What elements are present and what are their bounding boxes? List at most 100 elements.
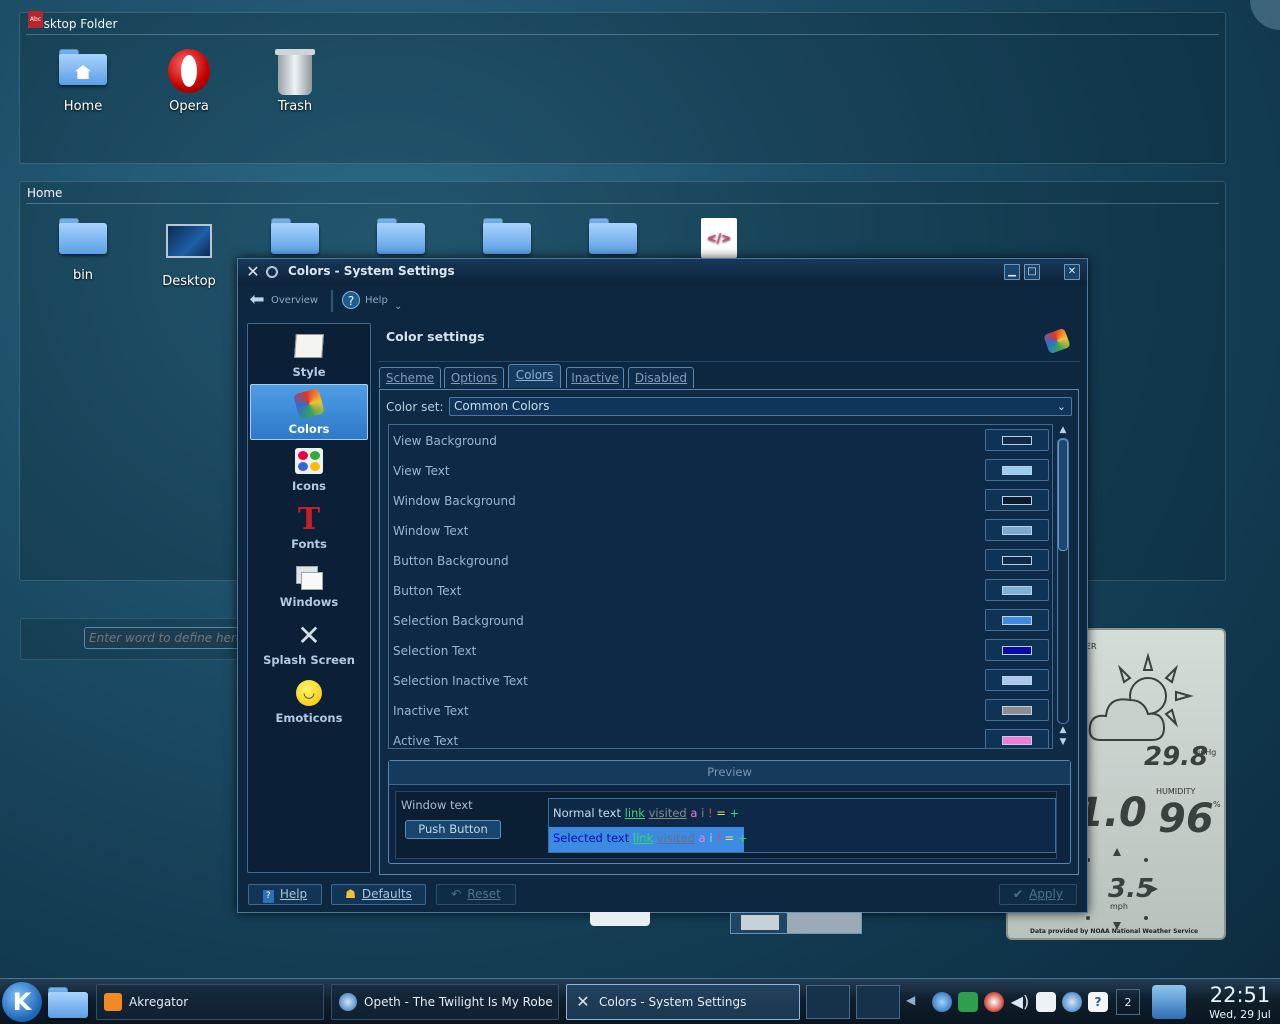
- minimize-button[interactable]: ▁: [1004, 264, 1020, 280]
- color-list-scrollbar[interactable]: ▲ ▲ ▼: [1055, 424, 1071, 749]
- window-menu-icon[interactable]: [266, 266, 278, 278]
- color-role-label: Window Text: [393, 524, 469, 538]
- color-swatch: [1002, 586, 1032, 595]
- clipboard-icon[interactable]: [1036, 992, 1056, 1012]
- color-swatch: [1002, 436, 1032, 445]
- folder-icon: [483, 218, 531, 254]
- tab-inactive[interactable]: Inactive: [566, 367, 624, 388]
- sidebar-item-windows[interactable]: Windows: [250, 558, 368, 614]
- preview-view-area: Normal text link visited a i ! = + Selec…: [548, 798, 1056, 853]
- color-role-label: Inactive Text: [393, 704, 469, 718]
- sidebar-item-label: Style: [292, 365, 326, 379]
- desktop-pager-1[interactable]: [806, 985, 850, 1019]
- close-button[interactable]: ✕: [1064, 264, 1080, 280]
- tab-colors[interactable]: Colors: [508, 364, 561, 388]
- tray-expand-arrow-icon[interactable]: ◀: [906, 993, 915, 1007]
- color-picker-button[interactable]: [985, 579, 1049, 601]
- desktop-toolbox-icon[interactable]: [1250, 0, 1280, 30]
- scroll-up-arrow-icon[interactable]: ▲: [1055, 424, 1071, 436]
- system-settings-window: ✕ Colors - System Settings ▁ □ ✕ ⬅ Overvi…: [237, 258, 1088, 913]
- color-picker-button[interactable]: [985, 429, 1049, 451]
- color-swatch: [1002, 556, 1032, 565]
- virtual-desktop-number[interactable]: 2: [1116, 989, 1140, 1015]
- color-picker-button[interactable]: [985, 519, 1049, 541]
- color-preview-box: Preview Window text Push Button Normal t…: [388, 760, 1071, 864]
- chevron-down-icon: ⌄: [394, 301, 403, 312]
- color-swatch: [1002, 526, 1032, 535]
- color-role-label: View Background: [393, 434, 497, 448]
- color-picker-button[interactable]: [985, 459, 1049, 481]
- task-akregator[interactable]: Akregator: [96, 984, 324, 1020]
- window-titlebar[interactable]: ✕ Colors - System Settings ▁ □ ✕: [238, 259, 1087, 285]
- desktop-widget-fragment: [730, 912, 862, 934]
- window-title: Colors - System Settings: [288, 264, 455, 278]
- color-picker-button[interactable]: [985, 669, 1049, 691]
- color-swatch: [1002, 736, 1032, 745]
- updates-icon[interactable]: [1062, 992, 1082, 1012]
- folder-icon: [377, 218, 425, 254]
- alarm-clock-icon[interactable]: [984, 992, 1004, 1012]
- kmail-icon[interactable]: [958, 992, 978, 1012]
- scrollbar-thumb[interactable]: [1058, 439, 1068, 551]
- color-picker-button[interactable]: [985, 549, 1049, 571]
- color-picker-button[interactable]: [985, 699, 1049, 721]
- overview-button[interactable]: ⬅ Overview: [248, 290, 318, 312]
- volume-icon[interactable]: ◀): [1010, 992, 1030, 1012]
- page-title: Color settings: [386, 329, 485, 344]
- kde-menu-button[interactable]: K: [2, 982, 42, 1022]
- home-icon-desktop[interactable]: Desktop: [144, 218, 234, 289]
- desktop-icon-home[interactable]: Home: [38, 49, 128, 114]
- sidebar-item-colors[interactable]: Colors: [250, 384, 368, 440]
- desktop-icon-opera[interactable]: Opera: [144, 49, 234, 114]
- color-role-row: Selection Text: [389, 635, 1052, 665]
- sidebar-item-icons[interactable]: Icons: [250, 442, 368, 498]
- color-set-select[interactable]: Common Colors ⌄: [449, 397, 1072, 416]
- sidebar-item-label: Splash Screen: [263, 653, 355, 667]
- task-system-settings[interactable]: ✕ Colors - System Settings: [566, 984, 800, 1020]
- file-manager-launcher[interactable]: [48, 985, 90, 1019]
- desktop-pager-2[interactable]: [856, 985, 900, 1019]
- preview-push-button: Push Button: [405, 820, 501, 839]
- humidity-unit: %: [1213, 800, 1221, 809]
- system-settings-icon[interactable]: ✕: [244, 263, 262, 281]
- color-picker-button[interactable]: [985, 609, 1049, 631]
- scroll-down-arrow-icon[interactable]: ▼: [1055, 736, 1071, 748]
- desktop-icon-trash[interactable]: Trash: [250, 49, 340, 114]
- maximize-button[interactable]: □: [1024, 264, 1040, 280]
- window-toolbar: ⬅ Overview ? Help ⌄: [238, 285, 1087, 315]
- color-role-row: Inactive Text: [389, 695, 1052, 725]
- sidebar-item-fonts[interactable]: T Fonts: [250, 500, 368, 556]
- show-desktop-icon[interactable]: [1152, 985, 1186, 1019]
- color-picker-button[interactable]: [985, 639, 1049, 661]
- preview-selected-line: Selected text link visited a i ! = +: [553, 831, 748, 845]
- trash-icon: [275, 49, 315, 95]
- panel-divider: [26, 203, 1219, 204]
- tab-options[interactable]: Options: [444, 367, 504, 388]
- sidebar-item-splash-screen[interactable]: ✕ Splash Screen: [250, 616, 368, 672]
- color-picker-button[interactable]: [985, 729, 1049, 748]
- clock[interactable]: 22:51 Wed, 29 Jul: [1200, 982, 1280, 1021]
- color-swatch: [1002, 646, 1032, 655]
- color-swatch: [1002, 466, 1032, 475]
- apply-button[interactable]: ✔ Apply: [999, 884, 1077, 905]
- tab-disabled[interactable]: Disabled: [628, 367, 694, 388]
- home-icon-bin[interactable]: bin: [38, 218, 128, 283]
- help-menu-button[interactable]: ? Help ⌄: [342, 290, 402, 312]
- sidebar-item-emoticons[interactable]: ◡ Emoticons: [250, 674, 368, 730]
- color-picker-button[interactable]: [985, 489, 1049, 511]
- scroll-up-arrow-icon[interactable]: ▲: [1055, 724, 1071, 736]
- category-sidebar: Style Colors Icons T Fonts Windows ✕ Spl…: [247, 323, 371, 873]
- taskbar: K Akregator Opeth - The Twilight Is My R…: [0, 978, 1280, 1024]
- reset-button[interactable]: ↶ Reset: [436, 884, 516, 905]
- opera-icon: [168, 49, 210, 93]
- sidebar-item-style[interactable]: Style: [250, 328, 368, 384]
- tab-scheme[interactable]: Scheme: [379, 367, 441, 388]
- chevron-down-icon: ⌄: [1056, 400, 1066, 413]
- dictionary-input[interactable]: [84, 627, 254, 649]
- help-button[interactable]: ? Help: [248, 884, 322, 905]
- network-icon[interactable]: [932, 992, 952, 1012]
- task-amarok[interactable]: Opeth - The Twilight Is My Robe: [331, 984, 559, 1020]
- help-icon[interactable]: ?: [1088, 992, 1108, 1012]
- desktop-icon: [166, 224, 212, 258]
- defaults-button[interactable]: ☗ Defaults: [331, 884, 426, 905]
